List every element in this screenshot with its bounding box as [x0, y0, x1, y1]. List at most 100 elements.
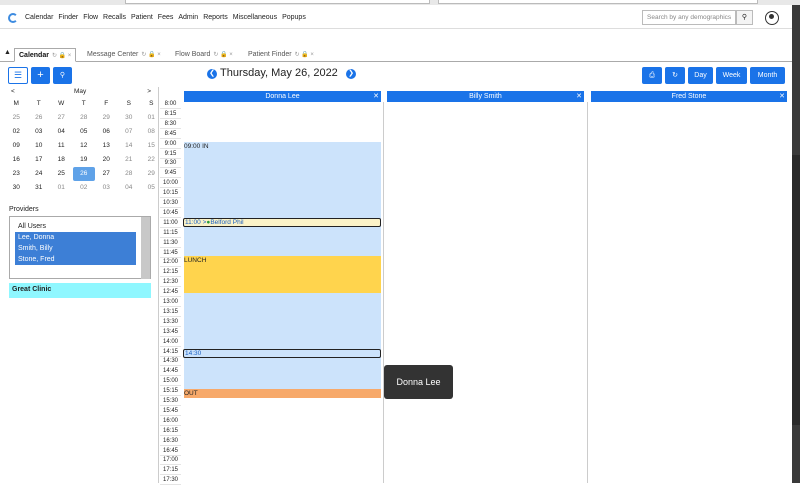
mini-cal-day[interactable]: 07	[118, 125, 141, 139]
calendar-border	[158, 87, 159, 483]
mini-cal-day[interactable]: 28	[118, 167, 141, 181]
mini-cal-day[interactable]: 11	[50, 139, 73, 153]
close-column-icon[interactable]: ✕	[576, 91, 582, 102]
menu-admin[interactable]: Admin	[178, 14, 198, 21]
time-slot-label: 14:30	[160, 356, 181, 367]
column-header-donna-lee: Donna Lee ✕	[184, 91, 381, 102]
menu-recalls[interactable]: Recalls	[103, 14, 126, 21]
mini-cal-day[interactable]: 05	[73, 125, 96, 139]
mini-cal-day[interactable]: 17	[28, 153, 51, 167]
mini-cal-day[interactable]: 03	[28, 125, 51, 139]
appointment-1100[interactable]: 11:00 >●Belford Phil	[183, 218, 381, 227]
mini-cal-day[interactable]: 30	[5, 181, 28, 195]
mini-cal-next[interactable]: >	[147, 88, 151, 95]
provider-option[interactable]: Stone, Fred	[15, 254, 136, 265]
search-input[interactable]: Search by any demographics	[642, 10, 736, 25]
mini-cal-day[interactable]: 29	[95, 111, 118, 125]
tab-patient-finder[interactable]: Patient Finder ↻ 🔒 ×	[244, 48, 318, 62]
prev-date-icon[interactable]: ❮	[207, 69, 217, 79]
providers-list[interactable]: All Users Lee, Donna Smith, Billy Stone,…	[9, 216, 151, 279]
hamburger-icon: ☰	[13, 70, 23, 80]
collapse-arrow-icon[interactable]: ▲	[4, 49, 11, 56]
tab-message-center[interactable]: Message Center ↻ 🔒 ×	[83, 48, 165, 62]
menu-calendar[interactable]: Calendar	[25, 14, 53, 21]
mini-cal-day[interactable]: 28	[73, 111, 96, 125]
add-appointment-button[interactable]: +	[31, 67, 50, 84]
mini-cal-day[interactable]: 16	[5, 153, 28, 167]
mini-cal-day[interactable]: 14	[118, 139, 141, 153]
mini-cal-day[interactable]: 20	[95, 153, 118, 167]
search-appointments-button[interactable]: ⚲	[53, 67, 72, 84]
mini-cal-day[interactable]: 09	[5, 139, 28, 153]
mini-cal-day[interactable]: 26	[72, 167, 95, 181]
facility-label[interactable]: Great Clinic	[9, 283, 151, 298]
app-logo-icon[interactable]	[8, 13, 18, 23]
time-slot-label: 16:45	[160, 446, 181, 456]
refresh-button[interactable]: ↻	[665, 67, 685, 84]
appointment-1430[interactable]: 14:30	[183, 349, 381, 358]
menu-flow[interactable]: Flow	[83, 14, 98, 21]
tab-strip: ▲ Calendar ↻ 🔒 × Message Center ↻ 🔒 × Flow…	[0, 46, 792, 62]
menu-patient[interactable]: Patient	[131, 14, 153, 21]
search-button[interactable]: ⚲	[736, 10, 753, 25]
mini-cal-day[interactable]: 02	[73, 181, 96, 195]
time-slot-label: 9:30	[160, 158, 181, 169]
mini-cal-day[interactable]: 23	[5, 167, 28, 181]
print-button[interactable]: ⎙	[642, 67, 662, 84]
lunch-block[interactable]	[184, 256, 381, 293]
mini-cal-day[interactable]: 24	[28, 167, 51, 181]
month-view-button[interactable]: Month	[750, 67, 785, 84]
menu-popups[interactable]: Popups	[282, 14, 306, 21]
mini-cal-day[interactable]: 18	[50, 153, 73, 167]
mini-cal-day[interactable]: 26	[28, 111, 51, 125]
date-title: Thursday, May 26, 2022	[220, 67, 338, 79]
mini-cal-dow: F	[104, 100, 109, 107]
mini-cal-day[interactable]: 27	[50, 111, 73, 125]
mini-cal-day[interactable]: 04	[118, 181, 141, 195]
mini-cal-day[interactable]: 13	[95, 139, 118, 153]
provider-option[interactable]: Smith, Billy	[15, 243, 136, 254]
provider-option[interactable]: All Users	[15, 221, 136, 232]
close-column-icon[interactable]: ✕	[779, 91, 785, 102]
availability-block[interactable]	[184, 142, 381, 256]
provider-option[interactable]: Lee, Donna	[15, 232, 136, 243]
mini-cal-day[interactable]: 25	[50, 167, 73, 181]
time-slot-label: 16:30	[160, 436, 181, 446]
mini-cal-day[interactable]: 04	[50, 125, 73, 139]
close-column-icon[interactable]: ✕	[373, 91, 379, 102]
time-slot-label: 12:15	[160, 267, 181, 278]
tab-calendar[interactable]: Calendar ↻ 🔒 ×	[14, 48, 77, 62]
mini-cal-day[interactable]: 31	[28, 181, 51, 195]
tab-flow-board[interactable]: Flow Board ↻ 🔒 ×	[171, 48, 237, 62]
mini-cal-day[interactable]: 19	[73, 153, 96, 167]
appointment-time: 11:00 >	[185, 219, 207, 226]
mini-cal-day[interactable]: 10	[28, 139, 51, 153]
mini-cal-day[interactable]: 30	[118, 111, 141, 125]
mini-cal-day[interactable]: 06	[95, 125, 118, 139]
menu-toggle-button[interactable]: ☰	[8, 67, 28, 84]
day-view-button[interactable]: Day	[688, 67, 713, 84]
time-slot-label: 10:15	[160, 188, 181, 199]
availability-block[interactable]	[184, 293, 381, 389]
time-slot-label: 11:15	[160, 228, 181, 238]
time-slot-label: 15:30	[160, 396, 181, 406]
next-date-icon[interactable]: ❯	[346, 69, 356, 79]
mini-cal-prev[interactable]: <	[11, 88, 15, 95]
mini-cal-day[interactable]: 12	[73, 139, 96, 153]
menu-fees[interactable]: Fees	[158, 14, 174, 21]
menu-miscellaneous[interactable]: Miscellaneous	[233, 14, 277, 21]
menu-finder[interactable]: Finder	[58, 14, 78, 21]
mini-cal-day[interactable]: 03	[95, 181, 118, 195]
mini-cal-day[interactable]: 27	[95, 167, 118, 181]
time-slot-label: 15:45	[160, 406, 181, 416]
mini-cal-day[interactable]: 01	[50, 181, 73, 195]
out-block[interactable]	[184, 389, 381, 398]
time-slot-label: 13:00	[160, 297, 181, 307]
mini-cal-day[interactable]: 02	[5, 125, 28, 139]
mini-cal-day[interactable]: 21	[118, 153, 141, 167]
week-view-button[interactable]: Week	[716, 67, 747, 84]
menu-reports[interactable]: Reports	[203, 14, 228, 21]
mini-cal-day[interactable]: 25	[5, 111, 28, 125]
user-avatar-icon[interactable]	[765, 11, 779, 25]
providers-scrollbar[interactable]	[141, 217, 150, 279]
